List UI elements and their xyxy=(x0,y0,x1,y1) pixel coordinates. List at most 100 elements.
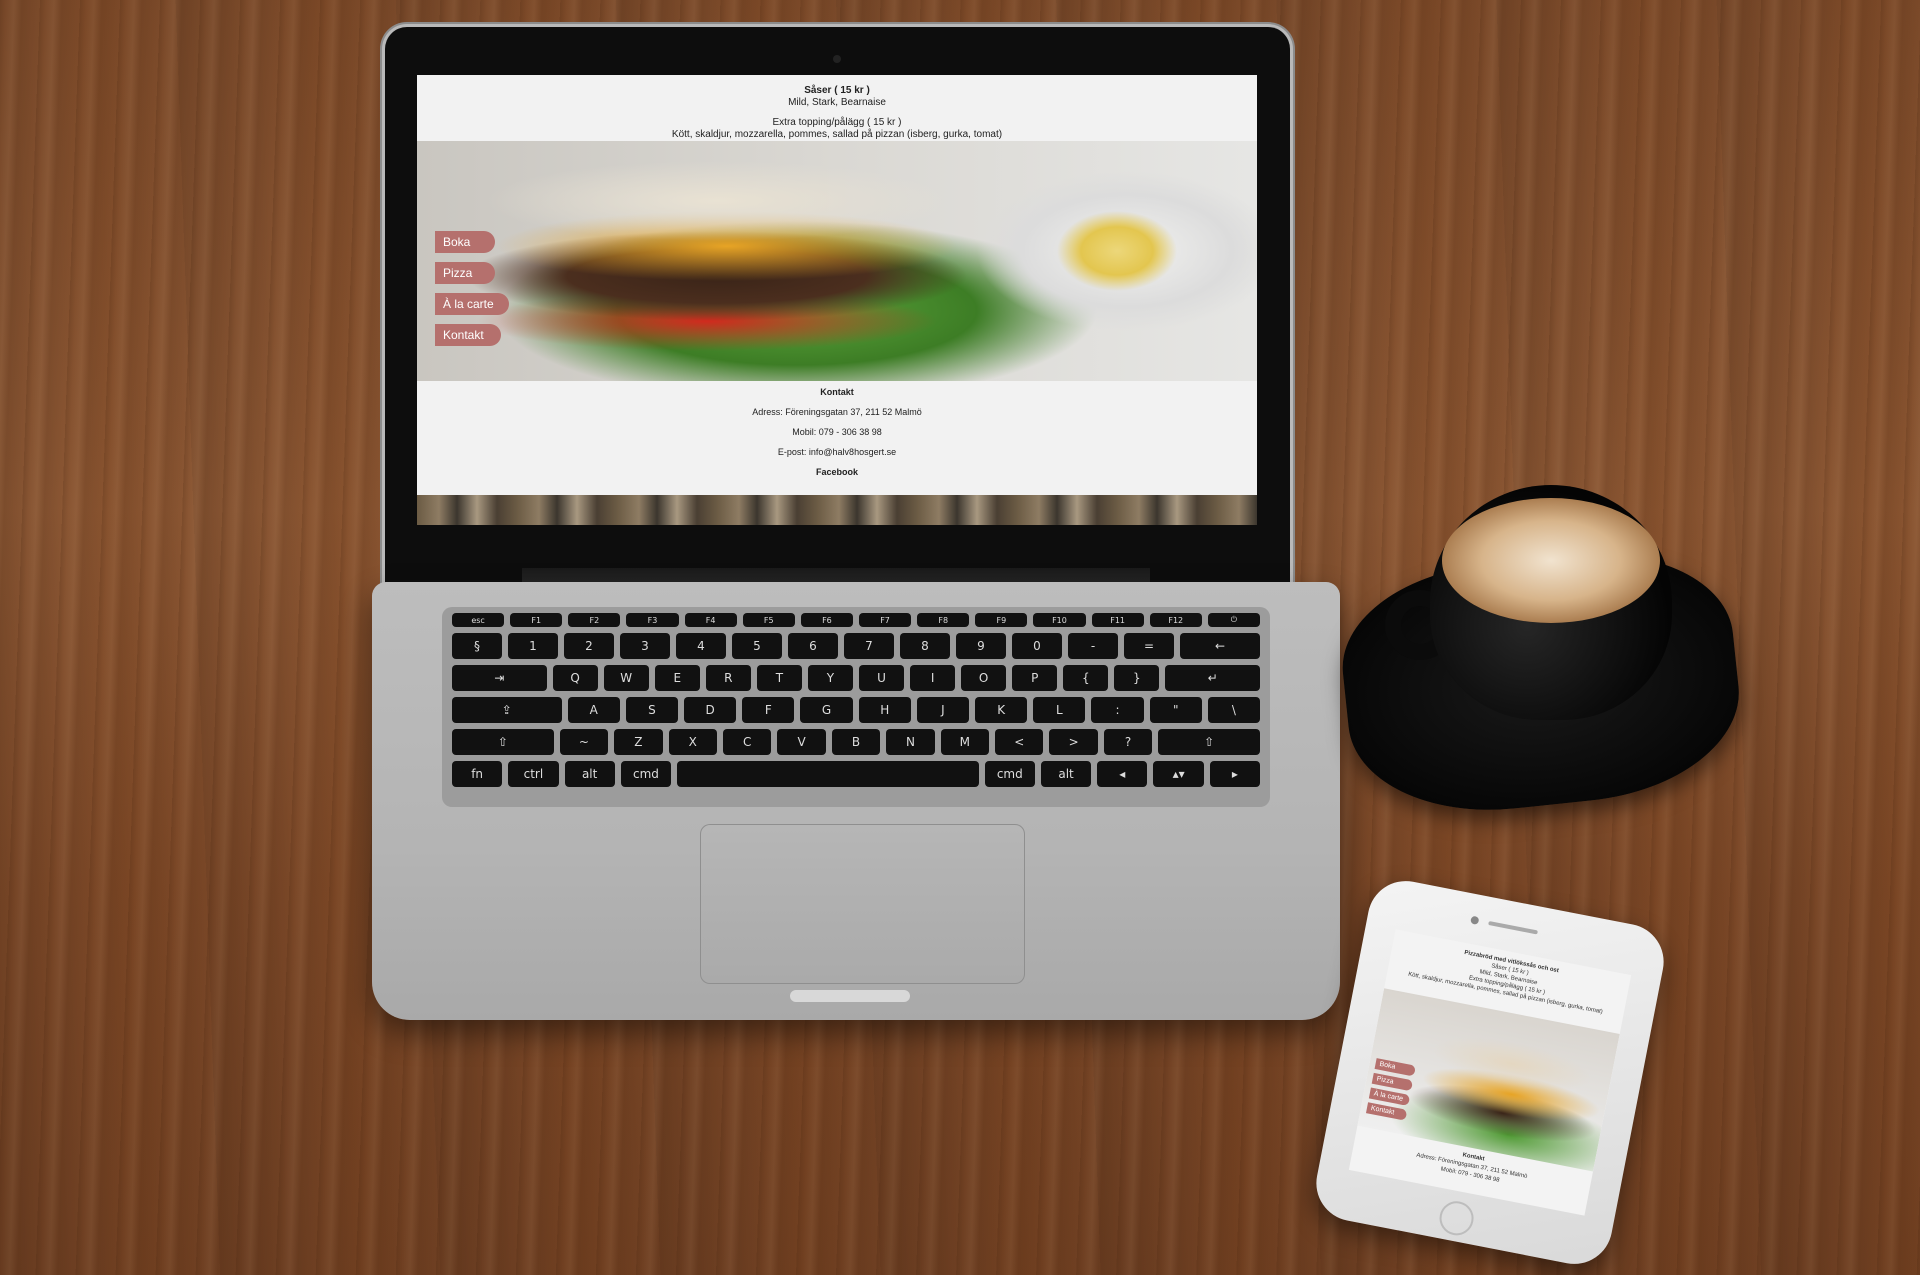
key-"[interactable]: " xyxy=(1149,697,1202,723)
home-button[interactable] xyxy=(1436,1198,1477,1239)
key-▴▾[interactable]: ▴▾ xyxy=(1153,761,1204,787)
key-M[interactable]: M xyxy=(940,729,990,755)
key-{[interactable]: { xyxy=(1063,665,1109,691)
key-S[interactable]: S xyxy=(625,697,679,723)
facebook-link[interactable]: Facebook xyxy=(417,467,1257,477)
key-:[interactable]: : xyxy=(1091,697,1144,723)
key-~[interactable]: ~ xyxy=(559,729,609,755)
keyboard-row-function: esc F1 F2 F3 F4 F5 F6 F7 F8 F9 F10 F11 F12 ⏻ xyxy=(452,613,1260,627)
key-F12[interactable]: F12 xyxy=(1149,613,1202,627)
key-9[interactable]: 9 xyxy=(956,633,1006,659)
key-6[interactable]: 6 xyxy=(788,633,838,659)
key-O[interactable]: O xyxy=(961,665,1007,691)
key-K[interactable]: K xyxy=(975,697,1028,723)
key-cmd[interactable]: cmd xyxy=(984,761,1035,787)
key-⇪[interactable]: ⇪ xyxy=(452,697,562,723)
key-B[interactable]: B xyxy=(831,729,881,755)
key-<[interactable]: < xyxy=(995,729,1044,755)
contact-email[interactable]: E-post: info@halv8hosgert.se xyxy=(417,447,1257,457)
key-G[interactable]: G xyxy=(800,697,853,723)
key-⇥[interactable]: ⇥ xyxy=(452,665,547,691)
key-J[interactable]: J xyxy=(916,697,970,723)
key-F9[interactable]: F9 xyxy=(975,613,1028,627)
key-F10[interactable]: F10 xyxy=(1033,613,1086,627)
phone-screen: Pizzabröd med vitlökssås och ost Såser (… xyxy=(1348,929,1632,1216)
key-U[interactable]: U xyxy=(859,665,905,691)
phone-speaker xyxy=(1488,921,1538,935)
menu-item-kontakt[interactable]: Kontakt xyxy=(435,324,501,346)
key-F4[interactable]: F4 xyxy=(684,613,737,627)
keyboard-row-asdf: ⇪ A S D F G H J K L: " \ xyxy=(452,697,1261,723)
key-3[interactable]: 3 xyxy=(620,633,670,659)
keyboard-row-numbers: § 1 2 3 4 5 6 7 8 9 0- = ← xyxy=(452,633,1260,659)
menu-item-a-la-carte[interactable]: À la carte xyxy=(435,293,509,315)
key-⇧[interactable]: ⇧ xyxy=(452,729,554,755)
key-↵[interactable]: ↵ xyxy=(1165,665,1260,691)
photo-strip xyxy=(417,495,1257,525)
phone-menu-item-kontakt[interactable]: Kontakt xyxy=(1365,1102,1408,1121)
keyboard-row-bottom: fn ctrl alt cmd cmd alt ◂ ▴▾ ▸ xyxy=(452,761,1260,787)
key-5[interactable]: 5 xyxy=(732,633,782,659)
key-\[interactable]: \ xyxy=(1207,697,1261,723)
phone-side-menu: Boka Pizza À la carte Kontakt xyxy=(1365,1058,1416,1121)
key-7[interactable]: 7 xyxy=(844,633,894,659)
key-F8[interactable]: F8 xyxy=(917,613,970,627)
key-0[interactable]: 0 xyxy=(1012,633,1062,659)
key-W[interactable]: W xyxy=(603,665,649,691)
key-?[interactable]: ? xyxy=(1103,729,1153,755)
key-4[interactable]: 4 xyxy=(676,633,726,659)
key-8[interactable]: 8 xyxy=(900,633,950,659)
key-L[interactable]: L xyxy=(1033,697,1086,723)
key-⏻[interactable]: ⏻ xyxy=(1207,613,1260,627)
key-R[interactable]: R xyxy=(705,665,751,691)
key-F3[interactable]: F3 xyxy=(626,613,679,627)
key-2[interactable]: 2 xyxy=(564,633,614,659)
key-F7[interactable]: F7 xyxy=(858,613,912,627)
menu-item-pizza[interactable]: Pizza xyxy=(435,262,495,284)
key-T[interactable]: T xyxy=(756,665,802,691)
key-F2[interactable]: F2 xyxy=(568,613,621,627)
key-E[interactable]: E xyxy=(654,665,700,691)
key-Q[interactable]: Q xyxy=(552,665,598,691)
key-H[interactable]: H xyxy=(858,697,911,723)
key-space[interactable] xyxy=(677,761,979,787)
coffee-latte-art xyxy=(1442,498,1660,623)
key-§[interactable]: § xyxy=(452,633,502,659)
key-C[interactable]: C xyxy=(722,729,772,755)
key-fn[interactable]: fn xyxy=(452,761,503,787)
key-Y[interactable]: Y xyxy=(807,665,853,691)
key-F5[interactable]: F5 xyxy=(742,613,795,627)
key-N[interactable]: N xyxy=(886,729,935,755)
key-ctrl[interactable]: ctrl xyxy=(508,761,559,787)
key-}[interactable]: } xyxy=(1114,665,1160,691)
price-header: Såser ( 15 kr ) Mild, Stark, Bearnaise E… xyxy=(417,75,1257,141)
key-⇧[interactable]: ⇧ xyxy=(1158,729,1261,755)
key-esc[interactable]: esc xyxy=(452,613,505,627)
sauces-list: Mild, Stark, Bearnaise xyxy=(788,97,886,108)
key-F11[interactable]: F11 xyxy=(1091,613,1144,627)
key-cmd[interactable]: cmd xyxy=(620,761,672,787)
key-alt[interactable]: alt xyxy=(1040,761,1092,787)
key-P[interactable]: P xyxy=(1012,665,1058,691)
menu-item-boka[interactable]: Boka xyxy=(435,231,495,253)
trackpad[interactable] xyxy=(700,824,1025,984)
key-F[interactable]: F xyxy=(742,697,795,723)
key-V[interactable]: V xyxy=(777,729,826,755)
key-▸[interactable]: ▸ xyxy=(1209,761,1260,787)
key-F1[interactable]: F1 xyxy=(510,613,563,627)
key-alt[interactable]: alt xyxy=(564,761,615,787)
key-=[interactable]: = xyxy=(1124,633,1174,659)
phone-camera-icon xyxy=(1470,915,1480,925)
key-X[interactable]: X xyxy=(668,729,717,755)
key-A[interactable]: A xyxy=(567,697,620,723)
key->[interactable]: > xyxy=(1049,729,1098,755)
key-I[interactable]: I xyxy=(910,665,956,691)
key-←[interactable]: ← xyxy=(1180,633,1260,659)
key-D[interactable]: D xyxy=(684,697,737,723)
contact-section: Kontakt Adress: Föreningsgatan 37, 211 5… xyxy=(417,387,1257,487)
key--[interactable]: - xyxy=(1068,633,1118,659)
key-◂[interactable]: ◂ xyxy=(1097,761,1148,787)
key-Z[interactable]: Z xyxy=(614,729,663,755)
key-1[interactable]: 1 xyxy=(508,633,558,659)
key-F6[interactable]: F6 xyxy=(800,613,853,627)
